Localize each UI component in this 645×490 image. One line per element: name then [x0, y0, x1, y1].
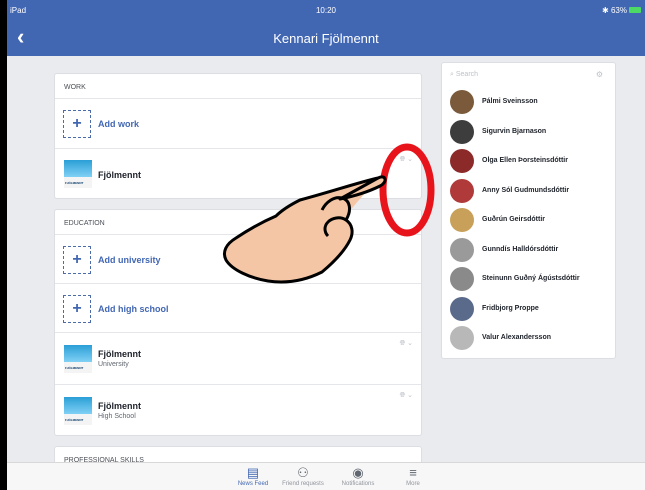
education-entry[interactable]: FJÖLMENNT Fjölmennt High School 🌐︎ ⌄	[55, 384, 421, 436]
education-entry-type: University	[98, 361, 129, 368]
tab-label: More	[406, 481, 420, 487]
education-entry-name: Fjölmennt	[98, 349, 141, 359]
fjolmennt-logo: FJÖLMENNT	[64, 345, 92, 373]
chevron-down-icon[interactable]: ⌄	[407, 340, 413, 347]
tab-more[interactable]: ≡ More	[383, 465, 443, 487]
search-input[interactable]: Search	[456, 71, 478, 78]
education-entry-type: High School	[98, 413, 136, 420]
friend-item[interactable]: Gunndís Halldórsdóttir	[450, 237, 615, 264]
privacy-globe-icon[interactable]: 🌐︎	[400, 156, 406, 163]
ipad-screen: iPad 10:20 ✱ 63% ‹ Kennari Fjölmennt WOR…	[7, 0, 645, 490]
nav-bar: ‹ Kennari Fjölmennt	[7, 20, 645, 56]
education-entry-controls[interactable]: 🌐︎ ⌄	[400, 391, 413, 400]
fjolmennt-logo: FJÖLMENNT	[64, 160, 92, 188]
privacy-globe-icon[interactable]: 🌐︎	[400, 392, 406, 399]
tab-label: Notifications	[341, 481, 375, 487]
menu-icon: ≡	[409, 465, 417, 480]
avatar[interactable]	[450, 326, 474, 350]
friends-search[interactable]: ⌕ Search	[450, 71, 478, 79]
tab-bar: ▤ News Feed ⚇ Friend requests ◉ Notifica…	[7, 462, 645, 490]
friend-name[interactable]: Steinunn Guðný Ágústsdóttir	[482, 275, 580, 282]
avatar[interactable]	[450, 149, 474, 173]
avatar[interactable]	[450, 237, 474, 262]
friend-name[interactable]: Valur Alexandersson	[482, 334, 551, 341]
friend-item[interactable]: Fridbjorg Proppe	[450, 296, 615, 323]
globe-icon: ◉	[352, 465, 364, 480]
avatar[interactable]	[450, 178, 474, 203]
search-icon: ⌕	[450, 71, 454, 78]
friends-icon: ⚇	[297, 465, 309, 480]
education-heading: EDUCATION	[64, 220, 105, 227]
friend-name[interactable]: Fridbjorg Proppe	[482, 305, 539, 312]
friend-name[interactable]: Sigurvin Bjarnason	[482, 128, 546, 135]
battery-icon	[629, 7, 641, 13]
work-heading: WORK	[64, 84, 86, 91]
add-high-school-plus-icon[interactable]: +	[63, 295, 91, 323]
avatar[interactable]	[450, 267, 474, 291]
clock: 10:20	[315, 6, 337, 15]
education-card: EDUCATION + Add university + Add high sc…	[54, 209, 422, 436]
add-high-school-row[interactable]: + Add high school	[55, 283, 421, 332]
work-entry-name: Fjölmennt	[98, 170, 141, 180]
chevron-down-icon[interactable]: ⌄	[407, 392, 413, 399]
friend-name[interactable]: Gunndís Halldórsdóttir	[482, 246, 558, 253]
bluetooth-icon: ✱	[602, 6, 609, 15]
friend-item[interactable]: Pálmi Sveinsson	[450, 90, 615, 116]
friend-item[interactable]: Steinunn Guðný Ágústsdóttir	[450, 267, 615, 293]
add-university-plus-icon[interactable]: +	[63, 246, 91, 274]
fjolmennt-logo: FJÖLMENNT	[64, 397, 92, 425]
add-high-school-label[interactable]: Add high school	[98, 304, 169, 314]
gear-icon[interactable]: ⚙	[596, 70, 603, 79]
avatar[interactable]	[450, 296, 474, 321]
friend-name[interactable]: Olga Ellen Þorsteinsdóttir	[482, 157, 568, 164]
friend-name[interactable]: Guðrún Geirsdóttir	[482, 216, 545, 223]
tab-friend-requests[interactable]: ⚇ Friend requests	[273, 465, 333, 487]
friend-item[interactable]: Guðrún Geirsdóttir	[450, 208, 615, 234]
add-university-label[interactable]: Add university	[98, 255, 161, 265]
work-entry[interactable]: FJÖLMENNT Fjölmennt 🌐︎ ⌄	[55, 148, 421, 198]
add-work-row[interactable]: + Add work	[55, 98, 421, 148]
avatar[interactable]	[450, 90, 474, 114]
add-university-row[interactable]: + Add university	[55, 234, 421, 283]
privacy-globe-icon[interactable]: 🌐︎	[400, 340, 406, 347]
status-bar: iPad 10:20 ✱ 63%	[7, 0, 645, 20]
chevron-down-icon[interactable]: ⌄	[407, 156, 413, 163]
work-card: WORK + Add work FJÖLMENNT Fjölmennt 🌐︎ ⌄	[54, 73, 422, 199]
friend-item[interactable]: Valur Alexandersson	[450, 326, 615, 352]
friends-panel: ⌕ Search ⚙ Pálmi Sveinsson Sigurvin Bjarn…	[441, 62, 616, 359]
education-entry-name: Fjölmennt	[98, 401, 141, 411]
battery-label: ✱ 63%	[602, 6, 627, 15]
avatar[interactable]	[450, 119, 474, 144]
friend-item[interactable]: Olga Ellen Þorsteinsdóttir	[450, 149, 615, 175]
education-entry-controls[interactable]: 🌐︎ ⌄	[400, 339, 413, 348]
education-entry[interactable]: FJÖLMENNT Fjölmennt University 🌐︎ ⌄	[55, 332, 421, 384]
work-entry-controls[interactable]: 🌐︎ ⌄	[400, 155, 413, 164]
friend-item[interactable]: Anny Sól Gudmundsdóttir	[450, 178, 615, 205]
avatar[interactable]	[450, 208, 474, 232]
friend-name[interactable]: Anny Sól Gudmundsdóttir	[482, 187, 569, 194]
tab-notifications[interactable]: ◉ Notifications	[328, 465, 388, 487]
friend-item[interactable]: Sigurvin Bjarnason	[450, 119, 615, 146]
add-work-plus-icon[interactable]: +	[63, 110, 91, 138]
friend-name[interactable]: Pálmi Sveinsson	[482, 98, 538, 105]
page-title: Kennari Fjölmennt	[273, 31, 379, 46]
add-work-label[interactable]: Add work	[98, 119, 139, 129]
tab-label: Friend requests	[282, 481, 324, 487]
